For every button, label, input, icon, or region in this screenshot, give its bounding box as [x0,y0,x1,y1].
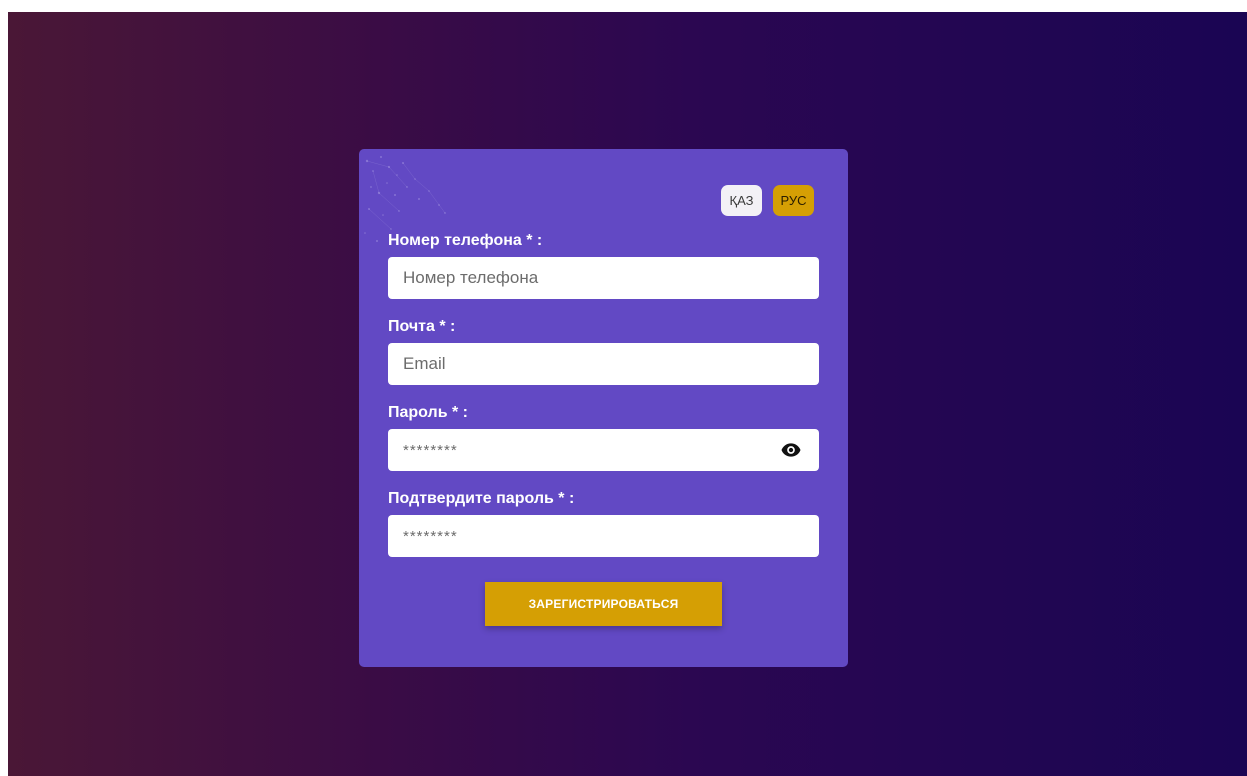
email-input[interactable] [388,343,819,385]
email-label: Почта * : [388,318,456,335]
register-button[interactable]: ЗАРЕГИСТРИРОВАТЬСЯ [485,582,722,626]
registration-card: ҚАЗ РУС Номер телефона * : Почта * : Пар… [359,149,848,667]
eye-icon[interactable] [781,441,801,459]
confirm-password-label: Подтвердите пароль * : [388,490,575,507]
password-label: Пароль * : [388,404,468,421]
page-background: ҚАЗ РУС Номер телефона * : Почта * : Пар… [8,12,1247,776]
lang-kz-button[interactable]: ҚАЗ [721,185,762,216]
confirm-password-input[interactable] [388,515,819,557]
password-field-wrap [388,429,819,471]
language-switcher: ҚАЗ РУС [721,185,814,216]
lang-ru-button[interactable]: РУС [773,185,814,216]
confirm-password-field-wrap [388,515,819,557]
phone-input[interactable] [388,257,819,299]
registration-form: Номер телефона * : Почта * : Пароль * : … [388,229,819,626]
password-input[interactable] [388,429,819,471]
phone-field-wrap [388,257,819,299]
phone-label: Номер телефона * : [388,232,543,249]
submit-wrap: ЗАРЕГИСТРИРОВАТЬСЯ [388,582,819,626]
email-field-wrap [388,343,819,385]
